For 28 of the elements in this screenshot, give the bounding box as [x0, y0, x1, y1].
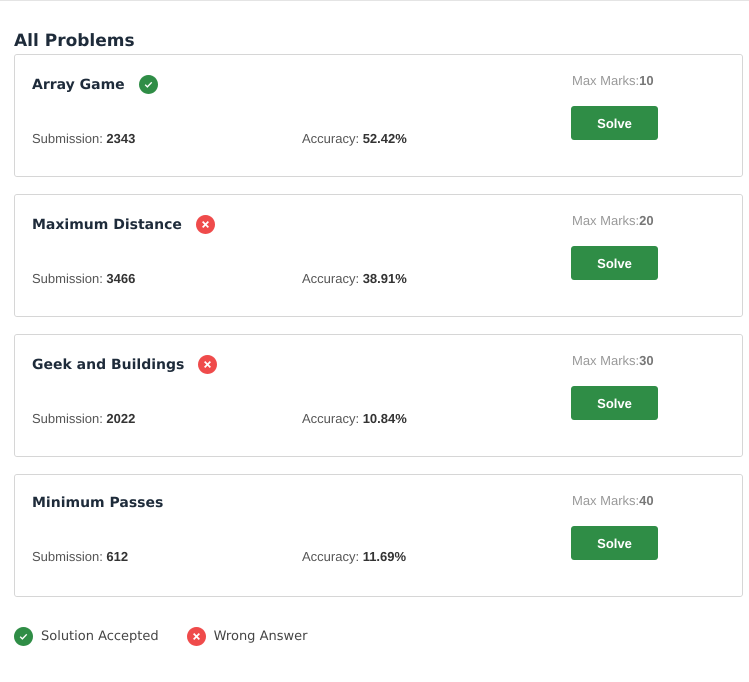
submission-count: Submission: 2343	[32, 130, 136, 146]
legend-label: Solution Accepted	[41, 629, 159, 644]
solve-button[interactable]: Solve	[571, 386, 658, 420]
solve-button[interactable]: Solve	[571, 246, 658, 280]
max-marks: Max Marks:10	[572, 73, 654, 88]
check-icon	[138, 75, 158, 94]
problem-title: Minimum Passes	[32, 495, 164, 511]
cross-icon	[196, 215, 215, 234]
max-marks: Max Marks:20	[572, 213, 654, 228]
accuracy-value: Accuracy: 38.91%	[302, 270, 408, 286]
solve-button[interactable]: Solve	[571, 526, 658, 560]
submission-count: Submission: 2022	[32, 410, 136, 426]
max-marks: Max Marks:30	[572, 353, 654, 368]
max-marks: Max Marks:40	[572, 493, 654, 508]
problem-title: Array Game	[32, 76, 125, 92]
accuracy-value: Accuracy: 11.69%	[302, 549, 408, 564]
problem-title: Maximum Distance	[32, 216, 182, 232]
check-icon	[14, 627, 33, 646]
submission-count: Submission: 3466	[32, 270, 136, 286]
accuracy-value: Accuracy: 52.42%	[302, 130, 408, 146]
legend-label: Wrong Answer	[214, 629, 308, 644]
cross-icon	[198, 355, 218, 374]
solve-button[interactable]: Solve	[571, 106, 658, 140]
cross-icon	[186, 627, 206, 646]
accuracy-value: Accuracy: 10.84%	[302, 410, 408, 426]
submission-count: Submission: 612	[32, 549, 130, 564]
section-heading: All Problems	[14, 31, 136, 51]
problem-title: Geek and Buildings	[32, 356, 184, 372]
